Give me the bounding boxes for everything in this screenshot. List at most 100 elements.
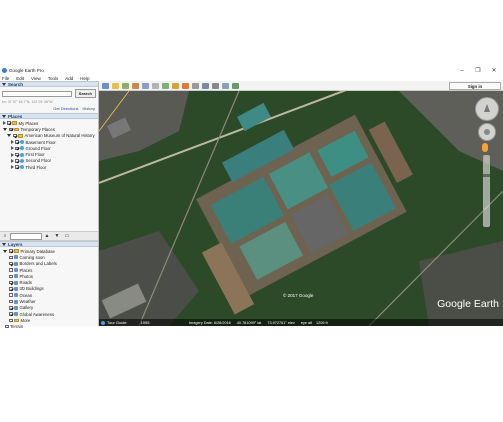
checkbox-roads[interactable] bbox=[9, 280, 13, 285]
checkbox-first-floor[interactable] bbox=[15, 152, 19, 157]
minimize-button[interactable]: – bbox=[456, 66, 468, 75]
places-filter-input[interactable] bbox=[10, 232, 42, 240]
collapse-triangle-icon[interactable] bbox=[3, 127, 7, 131]
checkbox-photos[interactable] bbox=[9, 274, 13, 279]
hide-sidebar-icon[interactable] bbox=[102, 82, 109, 89]
satellite-imagery[interactable] bbox=[99, 91, 503, 326]
search-panel-title: Search bbox=[8, 81, 24, 87]
layers-panel: Layers Primary Database Coming soon Bord… bbox=[0, 241, 98, 330]
expand-triangle-icon[interactable] bbox=[11, 146, 14, 151]
search-input[interactable] bbox=[2, 90, 72, 97]
places-item-label: First Floor bbox=[25, 152, 45, 158]
print-icon[interactable] bbox=[212, 82, 219, 89]
checkbox-weather[interactable] bbox=[9, 299, 13, 304]
menu-file[interactable]: File bbox=[2, 76, 9, 81]
main-toolbar: Sign in bbox=[99, 81, 503, 91]
places-item-amnh[interactable]: American Museum of Natural History bbox=[1, 133, 98, 139]
look-joystick[interactable] bbox=[475, 97, 499, 121]
historical-imagery-icon[interactable] bbox=[162, 82, 169, 89]
checkbox-amnh[interactable] bbox=[13, 133, 17, 138]
zoom-slider[interactable] bbox=[483, 155, 490, 227]
layer-label: Terrain bbox=[10, 324, 24, 330]
checkbox-gallery[interactable] bbox=[9, 306, 13, 310]
ruler-icon[interactable] bbox=[192, 82, 199, 89]
view-in-maps-icon[interactable] bbox=[232, 82, 239, 89]
restore-button[interactable]: ❐ bbox=[472, 66, 484, 75]
email-icon[interactable] bbox=[202, 82, 209, 89]
checkbox-third-floor[interactable] bbox=[15, 165, 19, 169]
image-overlay-icon[interactable] bbox=[142, 82, 149, 89]
map-view[interactable]: © 2017 Google Google Earth Imagery Date:… bbox=[99, 91, 503, 326]
history-link[interactable]: History bbox=[83, 106, 95, 111]
planets-icon[interactable] bbox=[182, 82, 189, 89]
menu-tools[interactable]: Tools bbox=[48, 76, 59, 81]
expand-triangle-icon[interactable] bbox=[3, 121, 6, 126]
layer-terrain[interactable]: Terrain bbox=[1, 324, 98, 330]
checkbox-ground-floor[interactable] bbox=[15, 146, 19, 151]
checkbox-global-awareness[interactable] bbox=[9, 312, 13, 316]
menu-add[interactable]: Add bbox=[65, 76, 73, 81]
expand-triangle-icon[interactable] bbox=[11, 165, 14, 170]
menu-help[interactable]: Help bbox=[80, 76, 89, 81]
move-down-icon[interactable]: ▼ bbox=[54, 233, 60, 239]
layer-label: Places bbox=[19, 267, 33, 273]
layer-icon bbox=[14, 261, 18, 266]
checkbox-basement-floor[interactable] bbox=[15, 140, 19, 144]
layer-icon bbox=[14, 255, 18, 260]
checkbox-3d-buildings[interactable] bbox=[9, 287, 13, 291]
title-bar: Google Earth Pro – ❐ ✕ bbox=[0, 66, 503, 75]
menu-view[interactable]: View bbox=[31, 76, 41, 81]
checkbox-terrain[interactable] bbox=[5, 324, 9, 329]
add-placemark-icon[interactable] bbox=[112, 82, 119, 89]
collapse-triangle-icon[interactable] bbox=[7, 134, 11, 138]
checkbox-borders-labels[interactable] bbox=[9, 261, 13, 266]
search-button[interactable]: Search bbox=[74, 89, 96, 98]
checkbox-more[interactable] bbox=[9, 318, 13, 323]
move-joystick[interactable] bbox=[478, 123, 496, 141]
move-up-icon[interactable]: ▲ bbox=[44, 233, 50, 239]
get-directions-link[interactable]: Get Directions bbox=[53, 106, 78, 111]
close-button[interactable]: ✕ bbox=[488, 66, 500, 75]
save-image-icon[interactable] bbox=[222, 82, 229, 89]
tour-guide-bar[interactable]: Tour Guide 1995 bbox=[101, 320, 149, 325]
search-row: Search bbox=[0, 87, 98, 100]
checkbox-places[interactable] bbox=[9, 268, 13, 272]
places-item-third-floor[interactable]: Third Floor bbox=[1, 164, 98, 170]
search-places-icon[interactable]: ⌕ bbox=[2, 233, 8, 239]
tour-guide-label[interactable]: Tour Guide bbox=[107, 320, 127, 325]
places-item-label: My Places bbox=[18, 120, 39, 126]
menu-edit[interactable]: Edit bbox=[16, 76, 24, 81]
collapse-triangle-icon[interactable] bbox=[3, 249, 7, 253]
checkbox-my-places[interactable] bbox=[7, 121, 11, 125]
checkbox-primary-database[interactable] bbox=[9, 249, 13, 253]
add-path-icon[interactable] bbox=[132, 82, 139, 89]
overlay-icon bbox=[20, 165, 24, 170]
add-folder-icon[interactable]: ▭ bbox=[64, 233, 70, 239]
sunlight-icon[interactable] bbox=[172, 82, 179, 89]
overlay-icon bbox=[20, 140, 24, 145]
checkbox-ocean[interactable] bbox=[9, 293, 13, 297]
google-earth-logo: Google Earth bbox=[437, 298, 499, 310]
add-polygon-icon[interactable] bbox=[122, 82, 129, 89]
expand-triangle-icon[interactable] bbox=[11, 158, 14, 163]
search-links: Get Directions History bbox=[0, 104, 98, 113]
expand-triangle-icon[interactable] bbox=[11, 152, 14, 157]
layers-tree: Primary Database Coming soon Borders and… bbox=[0, 247, 98, 330]
folder-icon bbox=[14, 127, 19, 132]
north-arrow-icon bbox=[484, 104, 490, 112]
checkbox-second-floor[interactable] bbox=[15, 159, 19, 163]
record-tour-icon[interactable] bbox=[152, 82, 159, 89]
folder-icon bbox=[18, 133, 23, 138]
zoom-slider-thumb[interactable] bbox=[483, 174, 490, 177]
layer-icon bbox=[14, 286, 18, 291]
places-item-label: Basement Floor bbox=[25, 139, 56, 145]
sign-in-button[interactable]: Sign in bbox=[449, 82, 501, 90]
layer-label: Roads bbox=[19, 280, 32, 286]
imagery-date: Imagery Date: 6/26/2016 bbox=[189, 320, 231, 325]
expand-triangle-icon[interactable] bbox=[11, 140, 14, 145]
checkbox-coming-soon[interactable] bbox=[9, 255, 13, 260]
copyright-text: © 2017 Google bbox=[283, 293, 314, 298]
checkbox-temporary-places[interactable] bbox=[9, 127, 13, 132]
collapse-triangle-icon bbox=[2, 242, 6, 246]
pegman-icon[interactable] bbox=[482, 143, 488, 152]
